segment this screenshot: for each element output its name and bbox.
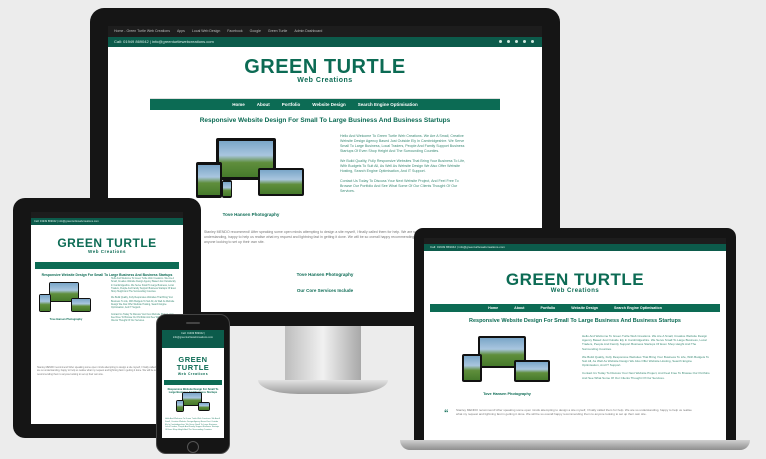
laptop-testimonial: Stanley MENDO recommend! After speaking … bbox=[456, 408, 692, 417]
laptop-paragraph-1: Hello And Welcome To Green Turtle Web Cr… bbox=[582, 334, 708, 351]
phone-contact-bar: Call: 01949 869042 | info@greenturtleweb… bbox=[162, 330, 224, 348]
tablet-caption: Tove Hansen Photography bbox=[49, 318, 83, 321]
phone-home-button[interactable] bbox=[187, 441, 199, 453]
laptop-contact-text: Call: 01949 869042 | info@greenturtleweb… bbox=[430, 245, 505, 249]
browser-tab[interactable]: Green Turtle bbox=[268, 26, 287, 37]
laptop-nav-seo[interactable]: Search Engine Optimisation bbox=[614, 304, 662, 312]
devices-illustration bbox=[196, 138, 306, 208]
tablet-contact-bar: Call: 01949 869042 | info@greenturtleweb… bbox=[31, 218, 183, 225]
testimonial-text: Stanley MENDO recommend! After speaking … bbox=[204, 230, 427, 244]
laptop-logo[interactable]: GREEN TURTLE Web Creations bbox=[424, 271, 726, 294]
tablet-paragraph-1: Hello And Welcome To Green Turtle Web Cr… bbox=[111, 278, 177, 294]
contact-bar: Call: 01949 869042 | info@greenturtleweb… bbox=[108, 37, 542, 47]
nav-home[interactable]: Home bbox=[232, 99, 245, 110]
tablet-devices-illustration bbox=[39, 282, 91, 316]
phone-logo-subtitle: Web Creations bbox=[177, 372, 209, 376]
laptop-quote-icon: “ bbox=[444, 408, 449, 418]
phone-logo[interactable]: GREEN TURTLE Web Creations bbox=[162, 355, 224, 377]
nav-about[interactable]: About bbox=[257, 99, 270, 110]
contact-text: Call: 01949 869042 | info@greenturtleweb… bbox=[114, 39, 214, 44]
logo-subtitle: Web Creations bbox=[297, 77, 353, 84]
phone-logo-title: GREEN TURTLE bbox=[176, 355, 210, 372]
page-headline: Responsive Website Design For Small To L… bbox=[199, 117, 451, 124]
linkedin-icon[interactable] bbox=[514, 40, 518, 43]
instagram-icon[interactable] bbox=[506, 40, 510, 43]
phone-paragraph-1: Hello And Welcome To Green Turtle Web Cr… bbox=[165, 418, 220, 432]
monitor-neck bbox=[285, 326, 361, 382]
phone-contact-text: Call: 01949 869042 | info@greenturtleweb… bbox=[172, 332, 214, 339]
laptop-nav-portfolio[interactable]: Portfolio bbox=[540, 304, 555, 312]
browser-tab[interactable]: Local Web Design bbox=[192, 26, 220, 37]
laptop-nav-about[interactable]: About bbox=[514, 304, 524, 312]
browser-tab[interactable]: Home - Green Turtle Web Creations bbox=[114, 26, 170, 37]
nav-portfolio[interactable]: Portfolio bbox=[282, 99, 301, 110]
intro-paragraph-1: Hello And Welcome To Green Turtle Web Cr… bbox=[340, 134, 465, 153]
site-logo[interactable]: GREEN TURTLE Web Creations bbox=[108, 57, 542, 84]
laptop-contact-bar: Call: 01949 869042 | info@greenturtleweb… bbox=[424, 244, 726, 251]
browser-tab-bar: Home - Green Turtle Web Creations Apps L… bbox=[108, 26, 542, 37]
facebook-icon[interactable] bbox=[498, 40, 502, 43]
phone-speaker bbox=[186, 322, 200, 324]
laptop-headline: Responsive Website Design For Small To L… bbox=[468, 318, 681, 324]
laptop-caption: Tove Hansen Photography bbox=[483, 392, 531, 396]
browser-tab[interactable]: Facebook bbox=[227, 26, 242, 37]
tablet-logo-subtitle: Web Creations bbox=[88, 249, 126, 254]
youtube-icon[interactable] bbox=[522, 40, 526, 43]
laptop-screen: Call: 01949 869042 | info@greenturtleweb… bbox=[424, 238, 726, 440]
laptop-nav-home[interactable]: Home bbox=[488, 304, 498, 312]
laptop-logo-title: GREEN TURTLE bbox=[505, 270, 645, 289]
tablet-headline: Responsive Website Design For Small To L… bbox=[41, 273, 173, 277]
laptop-intro-text: Hello And Welcome To Green Turtle Web Cr… bbox=[582, 334, 710, 380]
laptop-nav-website-design[interactable]: Website Design bbox=[571, 304, 598, 312]
laptop-nav: Home About Portfolio Website Design Sear… bbox=[430, 304, 720, 312]
laptop-paragraph-2: We Build Quality, Fully Responsive Websi… bbox=[582, 354, 710, 368]
monitor-base bbox=[258, 380, 388, 394]
tablet-nav-bar[interactable] bbox=[35, 262, 179, 269]
laptop-base bbox=[400, 440, 750, 450]
browser-tab[interactable]: Admin Dashboard bbox=[294, 26, 322, 37]
twitter-icon[interactable] bbox=[531, 40, 534, 43]
intro-paragraph-3: Contact Us Today To Discuss Your Next We… bbox=[340, 179, 459, 193]
tablet-paragraph-2: We Build Quality, Fully Responsive Websi… bbox=[111, 297, 175, 310]
phone-devices-illustration bbox=[176, 392, 210, 414]
social-icons[interactable] bbox=[495, 37, 534, 47]
laptop-paragraph-3: Contact Us Today To Discuss Your Next We… bbox=[582, 371, 710, 380]
nav-website-design[interactable]: Website Design bbox=[312, 99, 345, 110]
illustration-caption: Tove Hansen Photography bbox=[222, 212, 280, 217]
laptop-logo-subtitle: Web Creations bbox=[550, 288, 600, 294]
intro-paragraph-2: We Build Quality, Fully Responsive Websi… bbox=[340, 159, 466, 173]
smartphone: Call: 01949 869042 | info@greenturtleweb… bbox=[156, 314, 230, 454]
tablet-logo[interactable]: GREEN TURTLE Web Creations bbox=[31, 237, 183, 254]
intro-text: Hello And Welcome To Green Turtle Web Cr… bbox=[340, 134, 466, 194]
main-nav: Home About Portfolio Website Design Sear… bbox=[150, 98, 500, 110]
nav-seo[interactable]: Search Engine Optimisation bbox=[358, 99, 418, 110]
tablet-contact-text: Call: 01949 869042 | info@greenturtleweb… bbox=[34, 220, 99, 223]
logo-title: GREEN TURTLE bbox=[244, 56, 406, 78]
browser-tab[interactable]: Google bbox=[250, 26, 261, 37]
laptop: Call: 01949 869042 | info@greenturtleweb… bbox=[414, 228, 736, 442]
tablet-logo-title: GREEN TURTLE bbox=[57, 236, 157, 250]
browser-tab[interactable]: Apps bbox=[177, 26, 185, 37]
laptop-devices-illustration bbox=[462, 336, 552, 388]
phone-menu-bar[interactable] bbox=[164, 380, 222, 385]
phone-screen: Call: 01949 869042 | info@greenturtleweb… bbox=[162, 330, 224, 438]
